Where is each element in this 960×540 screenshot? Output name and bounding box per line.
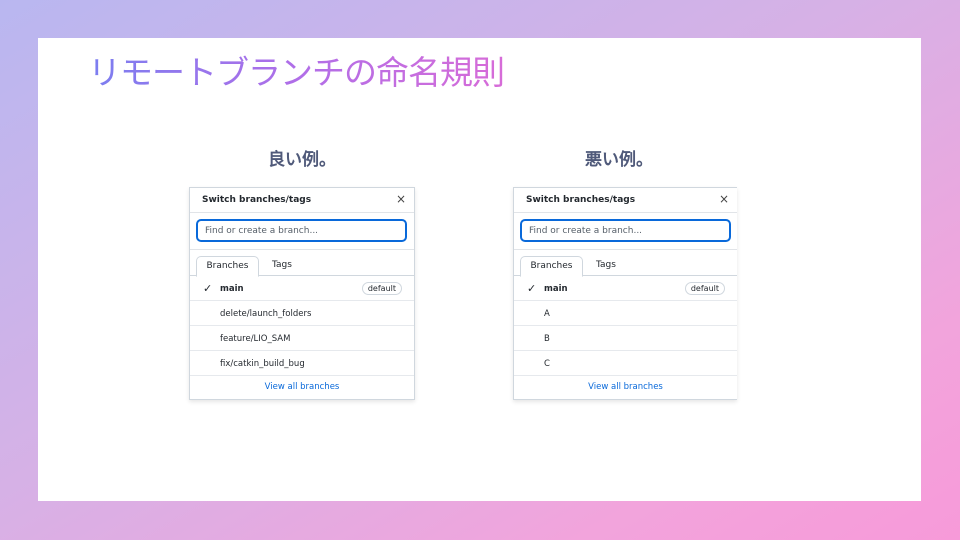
branch-switcher-bad: Switch branches/tags × Branches Tags ✓ m… (513, 187, 737, 400)
branch-search-input[interactable] (520, 219, 731, 242)
branch-item-main[interactable]: ✓ main default (514, 276, 737, 301)
close-icon[interactable]: × (396, 192, 406, 206)
branch-item[interactable]: A (514, 301, 737, 326)
bad-example-caption: 悪い例。 (585, 150, 653, 170)
tab-tags[interactable]: Tags (272, 256, 292, 276)
search-wrapper (190, 213, 414, 250)
branch-search-input[interactable] (196, 219, 407, 242)
tab-bar: Branches Tags (514, 250, 737, 277)
check-icon: ✓ (203, 282, 213, 295)
close-icon[interactable]: × (719, 192, 729, 206)
good-example-caption: 良い例。 (268, 150, 336, 170)
tab-branches[interactable]: Branches (520, 256, 583, 277)
branch-name: feature/LIO_SAM (220, 334, 291, 344)
search-wrapper (514, 213, 737, 250)
panel-header: Switch branches/tags × (190, 188, 414, 213)
view-all-branches-link[interactable]: View all branches (514, 376, 737, 399)
branch-name: delete/launch_folders (220, 309, 312, 319)
slide: リモートブランチの命名規則 良い例。 悪い例。 Switch branches/… (38, 38, 921, 501)
view-all-branches-link[interactable]: View all branches (190, 376, 414, 399)
panel-title: Switch branches/tags (202, 195, 312, 205)
branch-item[interactable]: fix/catkin_build_bug (190, 351, 414, 376)
branch-item[interactable]: B (514, 326, 737, 351)
branch-item-main[interactable]: ✓ main default (190, 276, 414, 301)
branch-name: main (220, 284, 244, 294)
default-badge: default (361, 282, 402, 295)
tab-bar: Branches Tags (190, 250, 414, 277)
branch-name: main (544, 284, 568, 294)
branch-item[interactable]: C (514, 351, 737, 376)
slide-title: リモートブランチの命名規則 (88, 46, 505, 94)
branch-name: C (544, 359, 550, 369)
check-icon: ✓ (527, 282, 537, 295)
branch-name: fix/catkin_build_bug (220, 359, 305, 369)
tab-branches[interactable]: Branches (196, 256, 259, 277)
branch-item[interactable]: feature/LIO_SAM (190, 326, 414, 351)
branch-name: A (544, 309, 550, 319)
panel-title: Switch branches/tags (526, 195, 636, 205)
tab-tags[interactable]: Tags (596, 256, 616, 276)
branch-name: B (544, 334, 550, 344)
default-badge: default (684, 282, 725, 295)
branch-switcher-good: Switch branches/tags × Branches Tags ✓ m… (189, 187, 415, 400)
panel-header: Switch branches/tags × (514, 188, 737, 213)
branch-item[interactable]: delete/launch_folders (190, 301, 414, 326)
